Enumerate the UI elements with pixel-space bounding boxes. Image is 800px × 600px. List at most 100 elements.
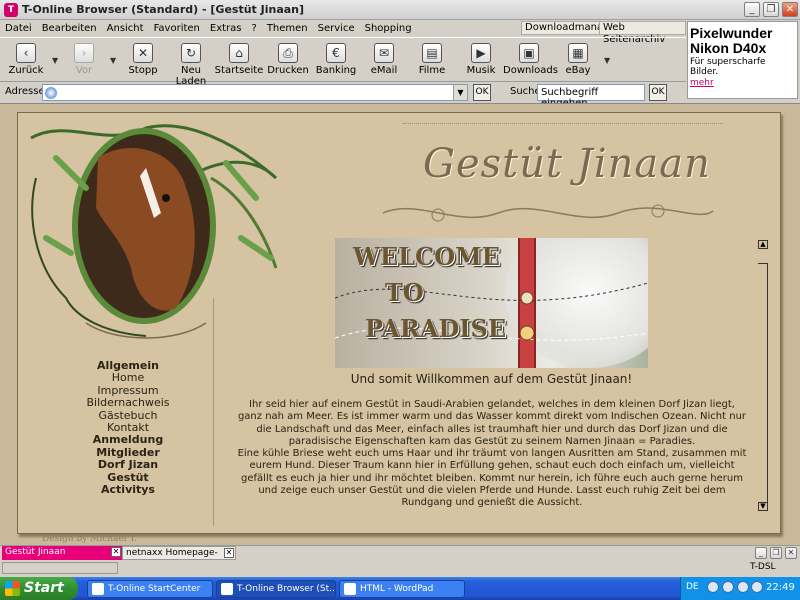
nav-link-activitys[interactable]: Activitys: [58, 483, 198, 496]
forward-label: Vor: [75, 65, 93, 76]
windows-logo-icon: [5, 581, 20, 596]
stop-button[interactable]: ✕ Stopp: [117, 40, 169, 80]
toolbar: ‹ Zurück ▼ › Vor ▼ ✕ Stopp ↻ Neu Laden ⌂ Star…: [0, 37, 686, 87]
toolbar-more-icon[interactable]: ▼: [604, 56, 610, 65]
ebay-button[interactable]: ▦ eBay: [552, 40, 604, 80]
address-ok-button[interactable]: OK: [473, 84, 491, 101]
home-button[interactable]: ⌂ Startseite: [213, 40, 265, 80]
print-button[interactable]: ⎙ Drucken: [262, 40, 314, 80]
nav-link-anmeldung[interactable]: Anmeldung: [58, 434, 198, 447]
stop-icon: ✕: [133, 43, 153, 63]
task-startcenter[interactable]: T-Online StartCenter: [87, 580, 213, 598]
window-title: T-Online Browser (Standard) - [Gestüt Ji…: [22, 3, 305, 16]
address-input[interactable]: ▼: [42, 84, 468, 101]
forward-button[interactable]: › Vor: [58, 40, 110, 80]
search-ok-button[interactable]: OK: [649, 84, 667, 101]
title-bar[interactable]: T T-Online Browser (Standard) - [Gestüt …: [0, 0, 800, 20]
tray-arrow-icon[interactable]: [707, 581, 719, 593]
web-archive-button[interactable]: Web Seitenarchiv: [599, 21, 686, 45]
menu-bar: Datei Bearbeiten Ansicht Favoriten Extra…: [0, 20, 686, 45]
tab-minimize-button[interactable]: _: [755, 547, 767, 559]
home-label: Startseite: [214, 65, 264, 76]
tab-close-icon[interactable]: ✕: [111, 547, 121, 557]
minimize-button[interactable]: _: [744, 2, 760, 17]
banner-welcome: WELCOME: [353, 242, 500, 271]
start-button[interactable]: Start: [0, 577, 78, 600]
ad-banner[interactable]: Pixelwunder Nikon D40x Für superscharfe …: [687, 21, 798, 99]
page-globe-icon: [45, 87, 57, 99]
task-browser[interactable]: T-Online Browser (St...: [216, 580, 336, 598]
stop-label: Stopp: [128, 65, 158, 76]
forward-dropdown-icon[interactable]: ▼: [110, 56, 116, 65]
close-button[interactable]: ✕: [782, 2, 798, 17]
address-bar: Adresse ▼ OK Suche Suchbegriff eingeben …: [0, 84, 686, 109]
title-ornament: [382, 204, 714, 222]
tab-label: Gestüt Jinaan: [5, 547, 66, 557]
tab-netnaxx[interactable]: netnaxx Homepage-Mak... ✕: [122, 546, 236, 571]
address-dropdown-icon[interactable]: ▼: [453, 85, 467, 100]
downloads-button[interactable]: ▣ Downloads: [503, 40, 558, 80]
address-label: Adresse: [5, 86, 45, 97]
design-credit: Design by Michael T.: [42, 534, 138, 544]
nav-link-bildernachweis[interactable]: Bildernachweis: [58, 396, 198, 409]
reload-icon: ↻: [181, 43, 201, 63]
nav-link-dorf-jizan[interactable]: Dorf Jizan: [58, 458, 198, 471]
security-icon[interactable]: [751, 581, 763, 593]
scroll-track[interactable]: [758, 263, 768, 503]
menu-help[interactable]: ?: [247, 23, 262, 34]
banking-label: Banking: [315, 65, 357, 76]
mail-icon: ✉: [374, 43, 394, 63]
banner-to: TO: [385, 278, 424, 307]
download-icon: ▣: [519, 43, 539, 63]
language-indicator[interactable]: DE: [686, 582, 699, 592]
film-icon: ▤: [422, 43, 442, 63]
search-input[interactable]: Suchbegriff eingeben: [537, 84, 645, 109]
tab-close-button[interactable]: ✕: [785, 547, 797, 559]
filme-label: Filme: [418, 65, 446, 76]
menu-bearbeiten[interactable]: Bearbeiten: [37, 23, 102, 34]
musik-button[interactable]: ▶ Musik: [455, 40, 507, 80]
menu-shopping[interactable]: Shopping: [360, 23, 417, 34]
ad-more-link[interactable]: mehr: [688, 78, 797, 88]
connection-status: T-DSL: [750, 562, 776, 572]
welcome-paragraph-2: Eine kühle Briese weht euch ums Haar und…: [237, 448, 747, 509]
tab-close-icon[interactable]: ✕: [224, 548, 234, 558]
forward-arrow-icon: ›: [74, 43, 94, 63]
network-icon[interactable]: [722, 581, 734, 593]
scroll-up-button[interactable]: ▲: [758, 240, 768, 249]
filme-button[interactable]: ▤ Filme: [406, 40, 458, 80]
menu-datei[interactable]: Datei: [0, 23, 37, 34]
banking-button[interactable]: € Banking: [310, 40, 362, 80]
volume-icon[interactable]: [737, 581, 749, 593]
back-arrow-icon: ‹: [16, 43, 36, 63]
site-title: Gestüt Jinaan: [423, 141, 711, 187]
maximize-button[interactable]: ❐: [763, 2, 779, 17]
t-online-icon: T: [4, 2, 18, 17]
menu-service[interactable]: Service: [313, 23, 360, 34]
print-label: Drucken: [267, 65, 309, 76]
welcome-paragraph-1: Ihr seid hier auf einem Gestüt in Saudi-…: [237, 399, 747, 447]
task-label: T-Online StartCenter: [108, 584, 201, 594]
tab-restore-button[interactable]: ❐: [770, 547, 782, 559]
menu-themen[interactable]: Themen: [262, 23, 313, 34]
task-label: HTML - WordPad: [360, 584, 434, 594]
ebay-icon: ▦: [568, 43, 588, 63]
task-wordpad[interactable]: HTML - WordPad: [339, 580, 465, 598]
banner-paradise: PARADISE: [365, 314, 507, 343]
clock: 22:49: [766, 582, 795, 593]
back-button[interactable]: ‹ Zurück: [0, 40, 52, 80]
menu-favoriten[interactable]: Favoriten: [149, 23, 205, 34]
reload-button[interactable]: ↻ Neu Laden: [165, 40, 217, 87]
wordpad-icon: [344, 583, 356, 595]
email-button[interactable]: ✉ eMail: [358, 40, 410, 80]
welcome-subtitle: Und somit Willkommen auf dem Gestüt Jina…: [350, 372, 633, 386]
menu-ansicht[interactable]: Ansicht: [102, 23, 149, 34]
email-label: eMail: [370, 65, 398, 76]
site-navigation: Allgemein Home Impressum Bildernachweis …: [58, 359, 198, 496]
scroll-down-button[interactable]: ▼: [758, 502, 768, 511]
menu-extras[interactable]: Extras: [205, 23, 247, 34]
site-panel: Gestüt Jinaan Allgemein Home Impressum B…: [17, 112, 781, 534]
tab-gestuet-jinaan[interactable]: Gestüt Jinaan ✕: [2, 546, 122, 560]
nav-link-home[interactable]: Home: [58, 371, 198, 384]
task-label: T-Online Browser (St...: [237, 584, 336, 594]
